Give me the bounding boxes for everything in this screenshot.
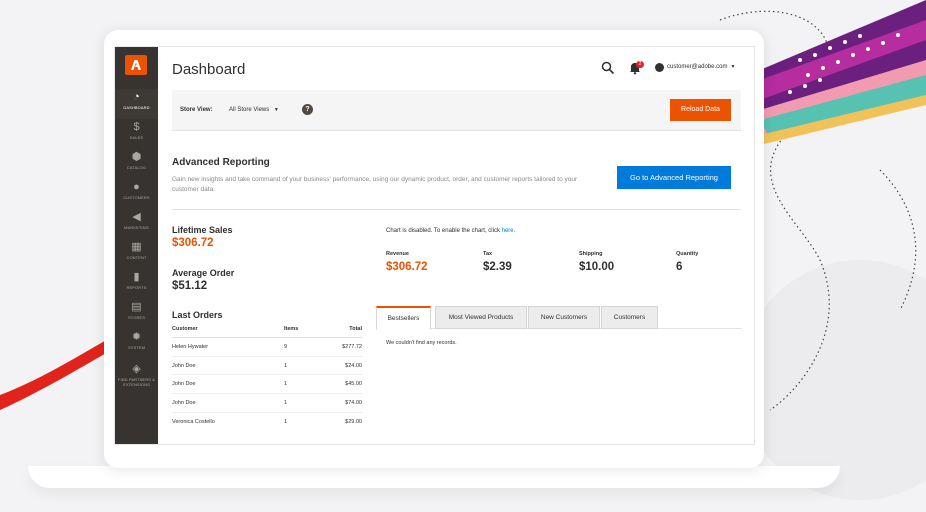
bar-chart-icon: ▮ bbox=[133, 271, 140, 283]
tab-bestsellers[interactable]: Bestsellers bbox=[376, 306, 431, 330]
store-icon: ▤ bbox=[131, 301, 142, 313]
order-total: $24.00 bbox=[345, 362, 362, 369]
last-orders-table: Customer Items Total Helen Hywater 9 $27… bbox=[172, 326, 362, 431]
chevron-down-icon: ▼ bbox=[730, 64, 736, 70]
table-row[interactable]: Helen Hywater 9 $277.72 bbox=[172, 338, 362, 357]
lifetime-sales-label: Lifetime Sales bbox=[172, 225, 233, 235]
megaphone-icon: ◀ bbox=[132, 211, 141, 223]
kpi-label: Shipping bbox=[579, 251, 603, 257]
gear-icon: ✹ bbox=[131, 331, 142, 343]
red-swoosh bbox=[0, 335, 115, 410]
kpi-value: $306.72 bbox=[386, 261, 428, 273]
user-icon bbox=[655, 62, 664, 72]
table-row[interactable]: John Doe 1 $45.00 bbox=[172, 375, 362, 395]
store-view-selected: All Store Views bbox=[229, 107, 270, 113]
advanced-reporting-description: Gain new insights and take command of yo… bbox=[172, 176, 578, 193]
chevron-down-icon: ▼ bbox=[273, 107, 279, 113]
person-icon: ● bbox=[133, 181, 140, 193]
table-row[interactable]: John Doe 1 $24.00 bbox=[172, 357, 362, 376]
order-items: 1 bbox=[284, 362, 288, 369]
cube-icon: ◈ bbox=[132, 363, 141, 375]
table-row[interactable]: John Doe 1 $74.00 bbox=[172, 394, 362, 413]
dashboard-icon: ◔ bbox=[133, 91, 140, 103]
tab-new-customers[interactable]: New Customers bbox=[528, 306, 600, 329]
column-customer: Customer bbox=[172, 326, 198, 332]
kpi-shipping: Shipping $10.00 bbox=[579, 251, 614, 273]
kpi-quantity: Quantity 6 bbox=[676, 251, 698, 273]
sidebar-item-sales[interactable]: $ SALES bbox=[115, 119, 158, 149]
kpi-value: $2.39 bbox=[483, 261, 512, 273]
kpi-value: 6 bbox=[676, 261, 683, 273]
admin-screen: ◔ DASHBOARD $ SALES ⬢ CATALOG ● CUSTOMER… bbox=[114, 46, 755, 445]
order-customer: Veronica Costello bbox=[172, 419, 215, 426]
store-view-select[interactable]: All Store Views ▼ bbox=[229, 107, 279, 113]
tab-customers[interactable]: Customers bbox=[601, 306, 658, 329]
kpi-revenue: Revenue $306.72 bbox=[386, 251, 428, 273]
user-email: customer@adobe.com bbox=[667, 64, 728, 70]
section-divider bbox=[172, 209, 741, 210]
sidebar-item-partners[interactable]: ◈ FIND PARTNERS & EXTENSIONS bbox=[115, 361, 158, 395]
sidebar-item-customers[interactable]: ● CUSTOMERS bbox=[115, 179, 158, 209]
average-order-value: $51.12 bbox=[172, 280, 208, 292]
notification-badge: 2 bbox=[636, 61, 644, 68]
average-order-label: Average Order bbox=[172, 268, 235, 278]
store-view-bar: Store View: All Store Views ▼ ? Reload D… bbox=[172, 90, 741, 131]
kpi-label: Revenue bbox=[386, 251, 409, 257]
table-row[interactable]: Veronica Costello 1 $29.00 bbox=[172, 413, 362, 432]
adobe-logo[interactable] bbox=[125, 55, 147, 75]
adobe-logo-icon bbox=[131, 60, 141, 70]
box-icon: ⬢ bbox=[131, 151, 142, 163]
sidebar-item-stores[interactable]: ▤ STORES bbox=[115, 299, 158, 329]
reload-data-button[interactable]: Reload Data bbox=[670, 99, 731, 121]
order-total: $74.00 bbox=[345, 399, 362, 406]
sidebar-item-content[interactable]: ▦ CONTENT bbox=[115, 239, 158, 269]
tab-empty-message: We couldn't find any records. bbox=[386, 340, 457, 346]
help-icon[interactable]: ? bbox=[302, 104, 313, 115]
kpi-label: Tax bbox=[483, 251, 493, 257]
order-customer: Helen Hywater bbox=[172, 343, 209, 350]
go-to-advanced-reporting-button[interactable]: Go to Advanced Reporting bbox=[617, 166, 731, 189]
tab-most-viewed-products[interactable]: Most Viewed Products bbox=[435, 306, 527, 329]
store-view-label: Store View: bbox=[180, 107, 213, 113]
order-items: 1 bbox=[284, 381, 288, 388]
main-content: Dashboard 2 customer@adobe.com ▼ Store V… bbox=[158, 47, 754, 444]
page-title: Dashboard bbox=[172, 61, 246, 78]
order-total: $277.72 bbox=[342, 343, 362, 350]
order-total: $45.00 bbox=[345, 381, 362, 388]
background-circle bbox=[740, 260, 926, 500]
enable-chart-link[interactable]: here. bbox=[502, 228, 516, 234]
laptop-base bbox=[28, 466, 840, 488]
kpi-value: $10.00 bbox=[579, 261, 615, 273]
order-total: $29.00 bbox=[345, 419, 362, 426]
last-orders-title: Last Orders bbox=[172, 310, 223, 320]
kpi-tax: Tax $2.39 bbox=[483, 251, 512, 273]
order-items: 9 bbox=[284, 343, 288, 350]
sidebar-item-catalog[interactable]: ⬢ CATALOG bbox=[115, 149, 158, 179]
sidebar-item-system[interactable]: ✹ SYSTEM bbox=[115, 329, 158, 359]
admin-sidebar: ◔ DASHBOARD $ SALES ⬢ CATALOG ● CUSTOMER… bbox=[115, 47, 158, 444]
user-menu[interactable]: customer@adobe.com ▼ bbox=[655, 61, 735, 73]
kpi-label: Quantity bbox=[676, 251, 699, 257]
dashboard-tabs: Bestsellers Most Viewed Products New Cus… bbox=[376, 305, 742, 330]
order-items: 1 bbox=[284, 419, 288, 426]
sidebar-item-marketing[interactable]: ◀ MARKETING bbox=[115, 209, 158, 239]
chart-disabled-message: Chart is disabled. To enable the chart, … bbox=[386, 228, 515, 234]
sidebar-item-reports[interactable]: ▮ REPORTS bbox=[115, 269, 158, 299]
lifetime-sales-value: $306.72 bbox=[172, 237, 214, 249]
chart-disabled-text: Chart is disabled. To enable the chart, … bbox=[386, 228, 502, 234]
content-icon: ▦ bbox=[131, 241, 142, 253]
colorful-ribbons bbox=[760, 0, 926, 145]
sidebar-item-dashboard[interactable]: ◔ DASHBOARD bbox=[115, 89, 158, 119]
order-customer: John Doe bbox=[172, 399, 196, 406]
order-customer: John Doe bbox=[172, 362, 196, 369]
dollar-icon: $ bbox=[133, 121, 140, 133]
advanced-reporting-title: Advanced Reporting bbox=[172, 157, 270, 168]
search-icon[interactable] bbox=[601, 61, 615, 75]
table-header: Customer Items Total bbox=[172, 326, 362, 338]
column-total: Total bbox=[349, 326, 362, 332]
order-items: 1 bbox=[284, 399, 288, 406]
order-customer: John Doe bbox=[172, 381, 196, 388]
column-items: Items bbox=[284, 326, 299, 332]
